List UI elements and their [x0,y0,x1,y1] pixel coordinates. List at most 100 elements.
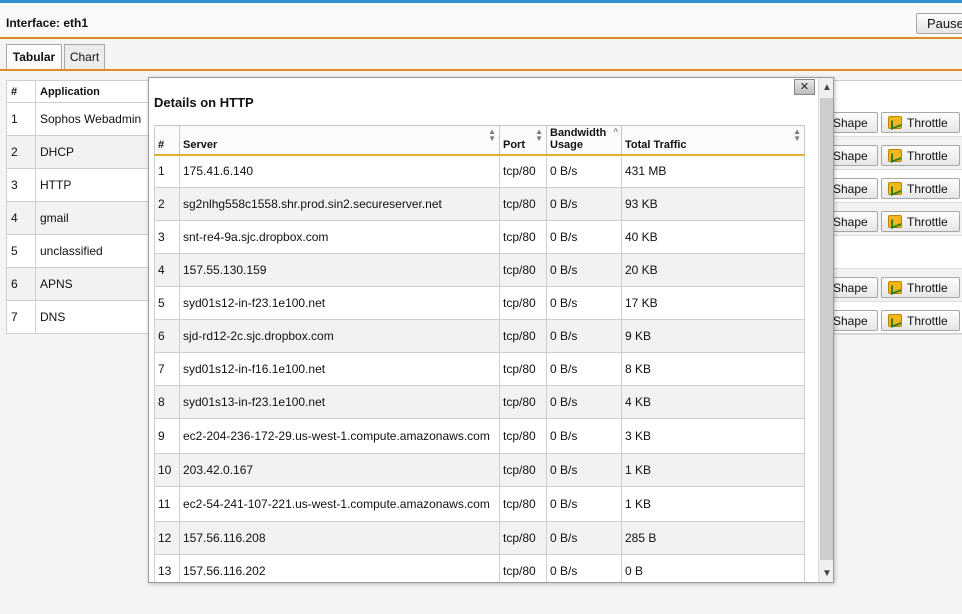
throttle-icon [888,116,902,129]
table-row[interactable]: 1 175.41.6.140 tcp/80 0 B/s 431 MB [154,154,805,188]
throttle-button[interactable]: Throttle [881,310,960,331]
row-number: 1 [6,102,36,136]
column-header-num[interactable]: # [6,80,36,103]
row-number: 10 [154,453,180,487]
column-header-port-label: Port [503,138,525,151]
table-row[interactable]: 8 syd01s13-in-f23.1e100.net tcp/80 0 B/s 4 K… [154,385,805,419]
port: tcp/80 [499,486,547,522]
total-traffic: 8 KB [621,352,805,386]
details-dialog: Details on HTTP ✕ ▲ ▼ # Server ▲ ▼ Port ▲ ▼ … [148,77,834,583]
row-number: 3 [6,168,36,202]
port: tcp/80 [499,286,547,320]
throttle-label: Throttle [907,115,948,130]
scroll-thumb[interactable] [820,98,833,560]
dialog-scrollbar[interactable]: ▲ ▼ [818,78,833,582]
action-row-unclassified [834,236,962,269]
column-header-bandwidth[interactable]: Bandwidth Usage ^ [546,125,622,156]
column-header-port[interactable]: Port ▲ ▼ [499,125,547,156]
bandwidth-usage: 0 B/s [546,319,622,353]
throttle-icon [888,182,902,195]
total-traffic: 40 KB [621,220,805,254]
table-row[interactable]: 2 sg2nlhg558c1558.shr.prod.sin2.secureser… [154,187,805,221]
throttle-label: Throttle [907,313,948,328]
scroll-down-icon[interactable]: ▼ [819,566,833,582]
table-row[interactable]: 4 157.55.130.159 tcp/80 0 B/s 20 KB [154,253,805,287]
row-number: 8 [154,385,180,419]
throttle-icon [888,281,902,294]
dialog-title: Details on HTTP [154,95,254,110]
total-traffic: 3 KB [621,418,805,454]
throttle-icon [888,314,902,327]
total-traffic: 17 KB [621,286,805,320]
actions-column: Shape Throttle Shape Throttle Shape Thro… [826,80,962,335]
column-header-num[interactable]: # [154,125,180,156]
column-header-server[interactable]: Server ▲ ▼ [179,125,500,156]
server-name: snt-re4-9a.sjc.dropbox.com [179,220,500,254]
action-row-sophos-webadmin: Shape Throttle [826,104,962,137]
row-number: 11 [154,486,180,522]
close-icon[interactable]: ✕ [794,79,815,95]
server-name: ec2-204-236-172-29.us-west-1.compute.ama… [179,418,500,454]
tab-underline [0,69,962,71]
port: tcp/80 [499,418,547,454]
row-number: 6 [6,267,36,301]
server-name: 157.56.116.208 [179,521,500,555]
port: tcp/80 [499,187,547,221]
total-traffic: 1 KB [621,486,805,522]
port: tcp/80 [499,319,547,353]
row-number: 1 [154,154,180,188]
row-number: 2 [154,187,180,221]
throttle-icon [888,215,902,228]
throttle-button[interactable]: Throttle [881,112,960,133]
throttle-icon [888,149,902,162]
total-traffic: 4 KB [621,385,805,419]
total-traffic: 9 KB [621,319,805,353]
table-row[interactable]: 10 203.42.0.167 tcp/80 0 B/s 1 KB [154,453,805,487]
table-row[interactable]: 12 157.56.116.208 tcp/80 0 B/s 285 B [154,521,805,555]
bandwidth-usage: 0 B/s [546,352,622,386]
row-number: 7 [6,300,36,334]
total-traffic: 93 KB [621,187,805,221]
port: tcp/80 [499,352,547,386]
server-name: syd01s12-in-f23.1e100.net [179,286,500,320]
sort-icon: ▲ ▼ [488,127,496,143]
table-row[interactable]: 9 ec2-204-236-172-29.us-west-1.compute.am… [154,418,805,454]
bandwidth-usage: 0 B/s [546,385,622,419]
server-name: syd01s12-in-f16.1e100.net [179,352,500,386]
server-name: 157.55.130.159 [179,253,500,287]
port: tcp/80 [499,521,547,555]
port: tcp/80 [499,554,547,582]
action-row-dhcp: Shape Throttle [826,137,962,170]
tab-chart[interactable]: Chart [64,44,105,69]
sort-icon: ▲ ▼ [535,127,543,143]
table-row[interactable]: 11 ec2-54-241-107-221.us-west-1.compute.a… [154,486,805,522]
total-traffic: 20 KB [621,253,805,287]
scroll-up-icon[interactable]: ▲ [819,80,833,96]
column-header-total-traffic[interactable]: Total Traffic ▲ ▼ [621,125,805,156]
table-row[interactable]: 7 syd01s12-in-f16.1e100.net tcp/80 0 B/s 8 K… [154,352,805,386]
tab-tabular[interactable]: Tabular [6,44,62,69]
port: tcp/80 [499,253,547,287]
table-row[interactable]: 3 snt-re4-9a.sjc.dropbox.com tcp/80 0 B/s 40… [154,220,805,254]
row-number: 4 [154,253,180,287]
table-row[interactable]: 13 157.56.116.202 tcp/80 0 B/s 0 B [154,554,805,582]
throttle-button[interactable]: Throttle [881,178,960,199]
sort-ascending-icon: ^ [613,127,618,136]
throttle-button[interactable]: Throttle [881,211,960,232]
bandwidth-usage: 0 B/s [546,187,622,221]
server-name: syd01s13-in-f23.1e100.net [179,385,500,419]
throttle-label: Throttle [907,280,948,295]
action-row-apns: Shape Throttle [826,269,962,302]
column-header-server-label: Server [183,138,218,151]
interface-header: Interface: eth1 Pause [0,3,962,39]
pause-button[interactable]: Pause [916,13,962,34]
throttle-button[interactable]: Throttle [881,277,960,298]
throttle-button[interactable]: Throttle [881,145,960,166]
bandwidth-usage: 0 B/s [546,453,622,487]
table-row[interactable]: 6 sjd-rd12-2c.sjc.dropbox.com tcp/80 0 B/s 9… [154,319,805,353]
total-traffic: 285 B [621,521,805,555]
bandwidth-usage: 0 B/s [546,154,622,188]
interface-title: Interface: eth1 [6,16,89,30]
row-number: 6 [154,319,180,353]
table-row[interactable]: 5 syd01s12-in-f23.1e100.net tcp/80 0 B/s 17 … [154,286,805,320]
